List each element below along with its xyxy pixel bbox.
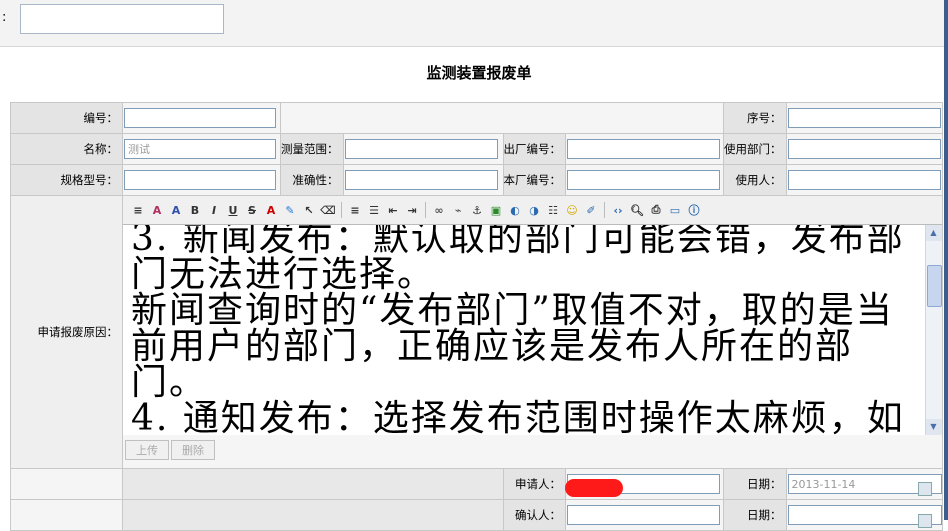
label-bianhao: 编号： (10, 102, 123, 134)
font-style-icon[interactable]: A (148, 201, 166, 219)
bianhao-input[interactable] (124, 108, 276, 128)
anchor-icon[interactable]: ⚓ (468, 201, 486, 219)
form-row-3: 规格型号： 准确性： 本厂编号： 使用人： (10, 164, 943, 196)
label-benchang: 本厂编号： (502, 164, 566, 196)
eraser-icon[interactable]: ⌫ (319, 201, 337, 219)
toolbar-separator (604, 202, 605, 218)
row1-spacer (280, 102, 724, 134)
emoticon-icon[interactable]: ☺ (563, 201, 581, 219)
row-confirm-spacer (122, 499, 504, 531)
align-left-icon[interactable]: ≡ (346, 201, 364, 219)
label-date2: 日期： (723, 499, 787, 531)
celiang-input[interactable] (344, 139, 498, 159)
top-colon: : (2, 10, 7, 25)
toolbar-separator (341, 202, 342, 218)
edit-icon[interactable]: ✐ (582, 201, 600, 219)
hr-icon[interactable]: ☷ (544, 201, 562, 219)
unlink-icon[interactable]: ⌁ (449, 201, 467, 219)
benchang-input[interactable] (567, 170, 720, 190)
confirm-input[interactable] (567, 505, 720, 525)
label-celiang: 测量范围： (280, 133, 344, 165)
label-confirm: 确认人： (502, 499, 566, 531)
bg-color-icon[interactable]: ✎ (281, 201, 299, 219)
text-color-icon[interactable]: A (262, 201, 280, 219)
label-mingcheng: 名称： (10, 133, 123, 165)
editor-content-area[interactable]: 3. 新闻发布：默认取的部门可能会错，发布部门无法进行选择。 新闻查询时的“发布… (123, 225, 942, 435)
delete-button[interactable]: 删除 (171, 440, 215, 460)
label-zhunque: 准确性： (280, 164, 344, 196)
shiyongbumen-input[interactable] (787, 139, 941, 159)
font-size-icon[interactable]: A (167, 201, 185, 219)
form-row-confirm: 确认人： 日期： (10, 499, 943, 531)
top-input[interactable] (20, 4, 224, 34)
cell-shiyongren (785, 164, 943, 196)
label-shiyongren: 使用人： (723, 164, 787, 196)
italic-icon[interactable]: I (205, 201, 223, 219)
cell-chuchang (565, 133, 724, 165)
label-xuhao: 序号： (723, 102, 787, 134)
fullscreen-icon[interactable]: ▭ (666, 201, 684, 219)
redaction-mark (565, 479, 623, 497)
cell-zhunque (342, 164, 504, 196)
form-row-2: 名称： 测量范围： 出厂编号： 使用部门： (10, 133, 943, 165)
image-icon[interactable]: ▣ (487, 201, 505, 219)
link-icon[interactable]: ∞ (430, 201, 448, 219)
bold-icon[interactable]: B (186, 201, 204, 219)
strikethrough-icon[interactable]: S (243, 201, 261, 219)
toolbar-separator (425, 202, 426, 218)
upload-button[interactable]: 上传 (125, 440, 169, 460)
zhunque-input[interactable] (344, 170, 498, 190)
list-icon[interactable]: ☰ (365, 201, 383, 219)
cell-xuhao (785, 102, 943, 134)
scroll-thumb[interactable] (926, 265, 942, 307)
guige-input[interactable] (124, 170, 276, 190)
cell-benchang (565, 164, 724, 196)
select-icon[interactable]: ↖ (300, 201, 318, 219)
scroll-up-icon[interactable]: ▲ (925, 225, 942, 241)
row-confirm-blank (10, 499, 123, 531)
label-reason: 申请报废原因： (10, 195, 123, 469)
editor-toolbar: ≡ A A B I U S A ✎ ↖ ⌫ ≡ ☰ ⇤ ⇥ ∞ ⌁ ⚓ ▣ ◐ … (123, 196, 942, 225)
indent-icon[interactable]: ⇥ (403, 201, 421, 219)
label-date: 日期： (723, 468, 787, 500)
cell-mingcheng (122, 133, 281, 165)
preview-icon[interactable]: 🔍︎ (628, 201, 646, 219)
cell-shiyongbumen (785, 133, 943, 165)
cell-bianhao (122, 102, 281, 134)
attachment-buttons: 上传 删除 (123, 435, 942, 465)
media-icon[interactable]: ◑ (525, 201, 543, 219)
flash-icon[interactable]: ◐ (506, 201, 524, 219)
label-guige: 规格型号： (10, 164, 123, 196)
xuhao-input[interactable] (787, 108, 941, 128)
shiyongren-input[interactable] (787, 170, 941, 190)
top-bar: : (0, 0, 948, 47)
code-icon[interactable]: ‹› (609, 201, 627, 219)
form-row-applicant: 申请人： 日期： (10, 468, 943, 500)
form-row-reason: 申请报废原因： ≡ A A B I U S A ✎ ↖ ⌫ ≡ ☰ ⇤ ⇥ ∞ (10, 195, 943, 469)
cell-guige (122, 164, 281, 196)
label-chuchang: 出厂编号： (502, 133, 566, 165)
cell-confirm (565, 499, 724, 531)
scrap-form: 编号： 序号： 名称： 测量范围： 出厂编号： 使用部门： 规格型号： 准确性：… (10, 102, 943, 531)
chuchang-input[interactable] (567, 139, 720, 159)
editor-text: 3. 新闻发布：默认取的部门可能会错，发布部门无法进行选择。 新闻查询时的“发布… (131, 225, 905, 435)
scroll-down-icon[interactable]: ▼ (925, 419, 942, 435)
row-applicant-spacer (122, 468, 504, 500)
underline-icon[interactable]: U (224, 201, 242, 219)
row-applicant-blank (10, 468, 123, 500)
form-row-1: 编号： 序号： (10, 102, 943, 134)
label-applicant: 申请人： (502, 468, 566, 500)
editor-scrollbar[interactable]: ▲ ▼ (924, 225, 942, 435)
page-title: 监测装置报废单 (426, 64, 532, 82)
reason-editor: ≡ A A B I U S A ✎ ↖ ⌫ ≡ ☰ ⇤ ⇥ ∞ ⌁ ⚓ ▣ ◐ … (122, 195, 943, 469)
calendar-icon[interactable] (918, 482, 932, 496)
cell-celiang (342, 133, 504, 165)
outdent-icon[interactable]: ⇤ (384, 201, 402, 219)
print-icon[interactable]: ⎙ (647, 201, 665, 219)
source-icon[interactable]: ≡ (129, 201, 147, 219)
about-icon[interactable]: ⓘ (685, 201, 703, 219)
calendar-icon[interactable] (918, 514, 932, 528)
label-shiyongbumen: 使用部门： (723, 133, 787, 165)
mingcheng-input[interactable] (124, 139, 276, 159)
